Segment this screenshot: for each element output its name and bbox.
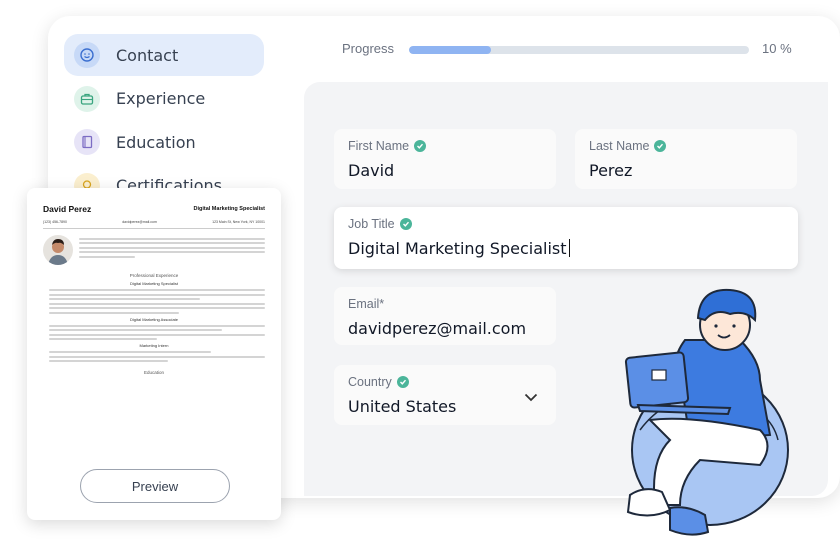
sidebar-item-experience[interactable]: Experience [64,78,264,120]
job-title-value: Digital Marketing Specialist [348,239,567,258]
sidebar-item-label: Contact [116,45,179,65]
resume-phone: (123) 456-7890 [43,220,67,224]
progress-label: Progress [342,41,395,56]
resume-role-3: Marketing Intern [139,343,169,348]
progress-indicator: Progress 10 % [342,38,802,60]
chevron-down-icon[interactable] [524,389,538,407]
resume-address: 123 Main St, New York, NY 10001 [212,220,265,224]
progress-track [409,46,749,54]
briefcase-icon [74,85,100,112]
country-select[interactable]: Country United States [334,365,556,425]
sidebar-item-label: Experience [116,89,206,108]
text-cursor [568,239,570,257]
sidebar-item-contact[interactable]: Contact [64,34,264,76]
resume-name: David Perez [43,204,92,214]
last-name-value: Perez [589,161,633,180]
avatar [43,235,73,265]
progress-fill [409,46,491,54]
resume-section-experience: Professional Experience [129,273,179,278]
resume-summary [79,235,265,265]
book-icon [74,129,100,155]
job-title-label: Job Title [348,217,395,231]
first-name-field[interactable]: First Name David [334,129,556,189]
resume-role-2: Digital Marketing Associate [129,316,179,322]
progress-value: 10 % [762,41,792,56]
email-label: Email* [348,297,385,311]
country-label: Country [348,375,392,389]
last-name-field[interactable]: Last Name Perez [575,129,797,189]
sidebar-item-label: Education [116,132,196,152]
smile-icon [74,42,100,68]
sidebar-item-education[interactable]: Education [64,121,264,163]
check-icon [414,140,427,152]
resume-preview-card: David Perez Digital Marketing Specialist… [27,188,281,520]
resume-contact: (123) 456-7890 davidperez@mail.com 123 M… [43,220,265,229]
country-value: United States [348,397,457,416]
check-icon [396,376,409,388]
resume-email: davidperez@mail.com [122,220,157,224]
last-name-label: Last Name [589,139,650,153]
email-value: davidperez@mail.com [348,319,527,338]
resume-title: Digital Marketing Specialist [193,206,265,212]
first-name-value: David [348,161,395,180]
person-with-laptop-illustration [610,280,810,550]
job-title-field[interactable]: Job Title Digital Marketing Specialist [334,207,798,269]
email-field[interactable]: Email* davidperez@mail.com [334,287,556,345]
preview-button[interactable]: Preview [80,469,230,503]
check-icon [654,140,667,152]
first-name-label: First Name [348,139,410,153]
resume-role-1: Digital Marketing Specialist [129,281,179,286]
sidebar: Contact Experience Education Certificati… [64,34,264,208]
check-icon [399,218,412,230]
resume-section-education: Education [143,370,164,375]
